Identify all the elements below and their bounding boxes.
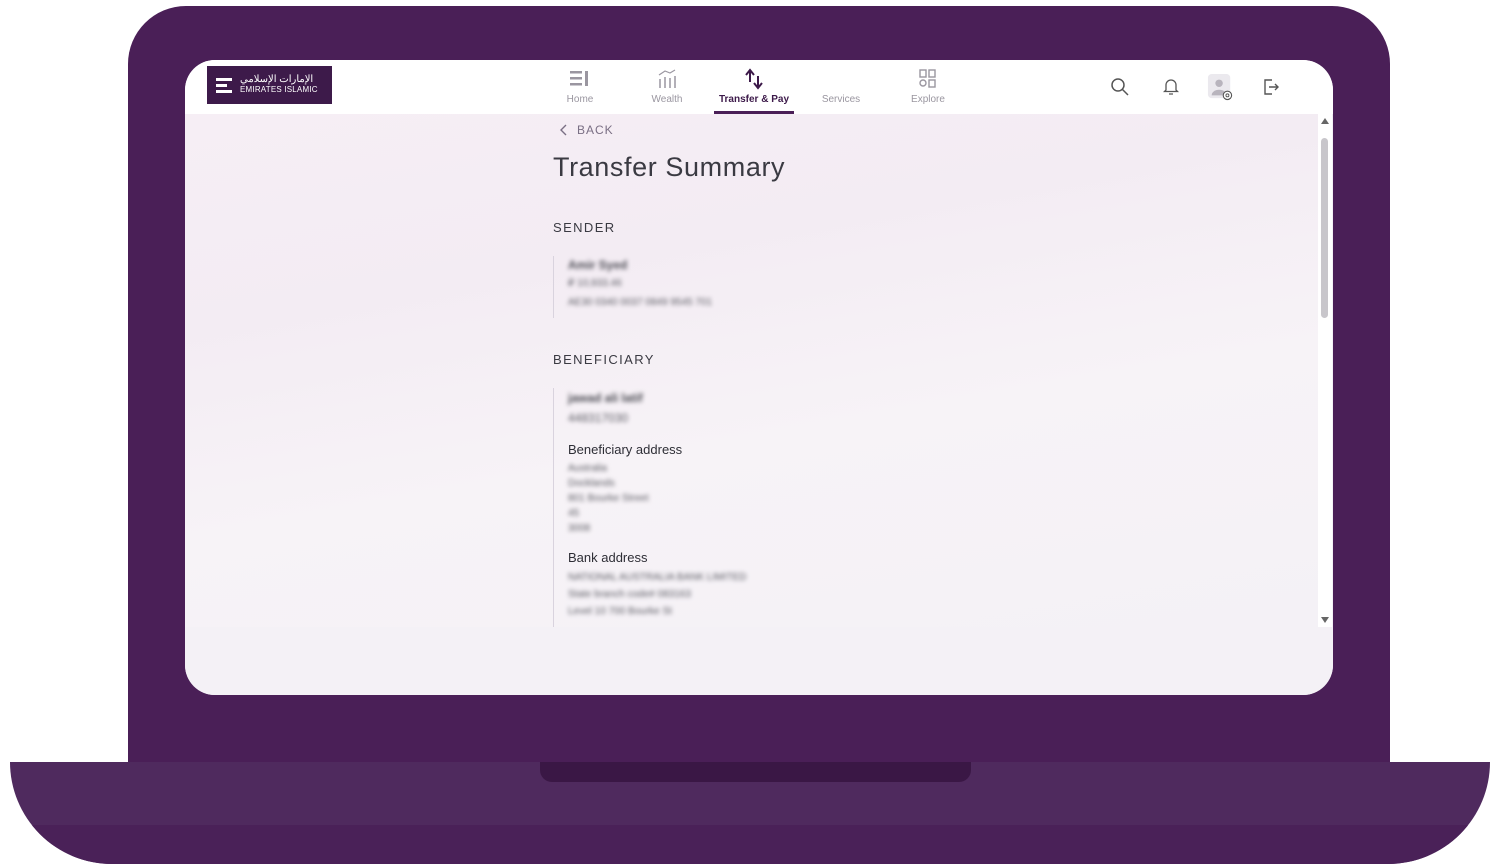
laptop-notch bbox=[540, 762, 971, 782]
logo-english-text: EMIRATES ISLAMIC bbox=[240, 85, 318, 94]
nav-explore-label: Explore bbox=[911, 94, 945, 105]
nav-wealth[interactable]: Wealth bbox=[648, 64, 686, 114]
beneficiary-address-line: 3008 bbox=[568, 523, 591, 534]
scroll-down-arrow-icon[interactable] bbox=[1321, 617, 1329, 623]
nav-services-label: Services bbox=[821, 94, 861, 105]
top-navigation-bar: الإمارات الإسلامي EMIRATES ISLAMIC Home bbox=[185, 60, 1333, 114]
bank-address-line: State branch code# 083163 bbox=[568, 589, 691, 600]
bank-address-heading: Bank address bbox=[568, 550, 648, 565]
emirates-islamic-logo[interactable]: الإمارات الإسلامي EMIRATES ISLAMIC bbox=[207, 66, 332, 104]
sender-details: Amir Syed ₽ 10,933.46 AE30 0340 0037 084… bbox=[553, 256, 712, 318]
sender-section-label: SENDER bbox=[553, 220, 616, 235]
page-title: Transfer Summary bbox=[553, 152, 786, 182]
profile-settings-icon[interactable] bbox=[1207, 74, 1233, 101]
search-icon[interactable] bbox=[1107, 74, 1133, 100]
logout-icon[interactable] bbox=[1258, 74, 1284, 100]
transfer-arrows-icon bbox=[744, 64, 764, 94]
beneficiary-address-line: Australia bbox=[568, 463, 607, 474]
home-icon bbox=[570, 64, 590, 94]
scroll-thumb[interactable] bbox=[1321, 138, 1328, 318]
beneficiary-account: 448317030 bbox=[568, 411, 629, 425]
beneficiary-address-line: 801 Bourke Street bbox=[568, 493, 649, 504]
sender-balance: ₽ 10,933.46 bbox=[568, 278, 622, 289]
sender-name: Amir Syed bbox=[568, 258, 628, 272]
logo-arabic-text: الإمارات الإسلامي bbox=[240, 74, 314, 85]
nav-transfer-pay[interactable]: Transfer & Pay bbox=[718, 64, 790, 114]
chevron-left-icon bbox=[560, 124, 567, 136]
screen-lower-area bbox=[185, 627, 1333, 695]
nav-wealth-label: Wealth bbox=[651, 94, 683, 105]
beneficiary-details: jawad ali latif 448317030 Beneficiary ad… bbox=[553, 388, 746, 628]
wealth-chart-icon bbox=[657, 64, 677, 94]
bell-icon[interactable] bbox=[1158, 74, 1184, 100]
bank-address-line: Level 10 700 Bourke St bbox=[568, 606, 672, 617]
bank-address: NATIONAL AUSTRALIA BANK LIMITED State br… bbox=[568, 569, 746, 620]
beneficiary-address: Australia Docklands 801 Bourke Street 45… bbox=[568, 461, 746, 536]
beneficiary-address-line: Docklands bbox=[568, 478, 615, 489]
nav-home[interactable]: Home bbox=[563, 64, 597, 114]
nav-home-label: Home bbox=[566, 94, 594, 105]
screen: الإمارات الإسلامي EMIRATES ISLAMIC Home bbox=[185, 60, 1333, 695]
scroll-up-arrow-icon[interactable] bbox=[1321, 118, 1329, 124]
nav-explore[interactable]: Explore bbox=[908, 64, 948, 114]
explore-grid-icon bbox=[919, 64, 937, 94]
vertical-scrollbar[interactable] bbox=[1318, 114, 1332, 627]
beneficiary-section-label: BENEFICIARY bbox=[553, 352, 655, 367]
bank-address-line: NATIONAL AUSTRALIA BANK LIMITED bbox=[568, 572, 747, 583]
beneficiary-address-line: 45 bbox=[568, 508, 580, 519]
back-label: BACK bbox=[577, 123, 614, 137]
nav-transfer-pay-label: Transfer & Pay bbox=[718, 94, 790, 105]
main-content bbox=[185, 114, 1321, 627]
beneficiary-address-heading: Beneficiary address bbox=[568, 442, 683, 457]
sender-iban: AE30 0340 0037 0849 9545 701 bbox=[568, 297, 713, 308]
laptop-base-bottom bbox=[10, 825, 1490, 864]
back-link[interactable]: BACK bbox=[560, 123, 614, 137]
beneficiary-name: jawad ali latif bbox=[568, 391, 643, 405]
nav-services[interactable]: Services bbox=[820, 64, 862, 114]
logo-mark-icon bbox=[216, 77, 232, 93]
